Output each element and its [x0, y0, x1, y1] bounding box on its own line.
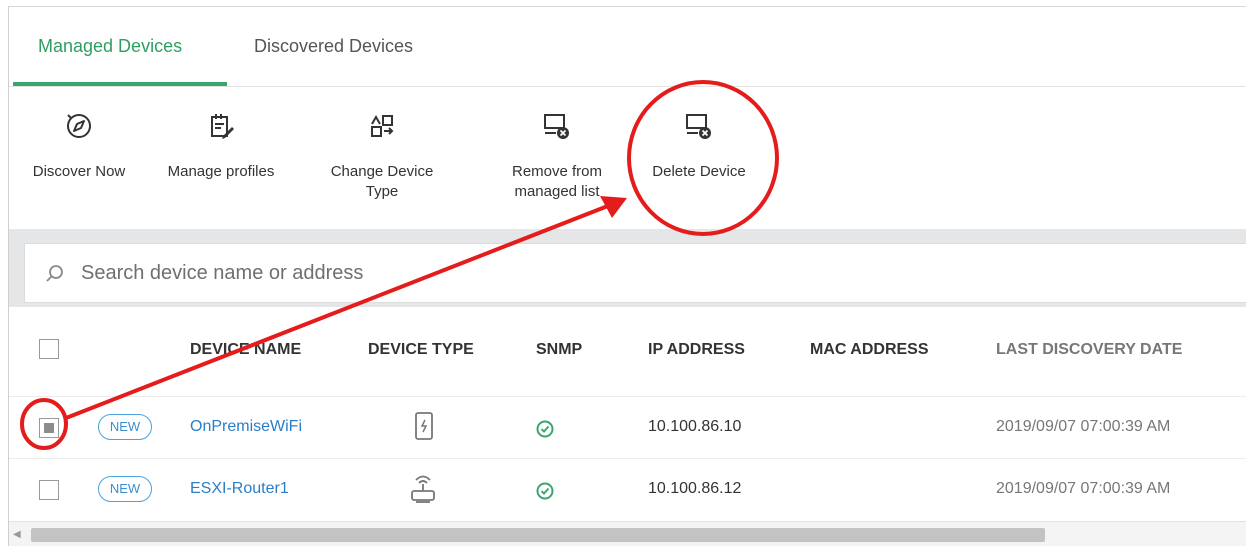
wifi-device-icon	[415, 412, 433, 440]
select-all-checkbox[interactable]	[39, 339, 59, 359]
change-device-type-label-line1: Change Device	[330, 163, 434, 180]
scrollbar-thumb[interactable]	[31, 528, 1045, 542]
delete-device-icon	[686, 114, 711, 139]
tab-discovered-devices[interactable]: Discovered Devices	[254, 36, 413, 57]
manage-profiles-label: Manage profiles	[167, 163, 275, 180]
router-icon	[411, 475, 435, 503]
active-tab-indicator	[13, 82, 227, 86]
toolbar: Discover Now Manage profiles Change Devi…	[9, 88, 1246, 228]
ip-address-cell: 10.100.86.12	[648, 480, 742, 497]
discover-now-button[interactable]: Discover Now	[21, 112, 137, 182]
table-row[interactable]: NEW OnPremiseWiFi 10.100.86.10 2019/09/0…	[9, 396, 1246, 458]
edit-profile-icon	[211, 114, 234, 139]
search-bar-area	[9, 229, 1246, 307]
search-icon	[46, 265, 63, 282]
row-checkbox[interactable]	[39, 418, 59, 438]
last-discovery-cell: 2019/09/07 07:00:39 AM	[996, 418, 1171, 435]
table-row[interactable]: NEW ESXI-Router1 10.100.86.12 2019/09/07…	[9, 458, 1246, 520]
search-box	[24, 243, 1246, 303]
search-input[interactable]	[81, 256, 781, 290]
check-circle-icon	[536, 420, 554, 438]
scroll-left-icon[interactable]: ◀	[13, 529, 21, 540]
horizontal-scrollbar[interactable]: ◀	[9, 521, 1246, 546]
change-device-type-button[interactable]: Change Device Type	[315, 112, 449, 202]
compass-icon	[67, 114, 91, 138]
row-checkbox[interactable]	[39, 480, 59, 500]
change-device-type-label: Change Device Type	[315, 162, 449, 202]
col-device-name[interactable]: DEVICE NAME	[190, 341, 301, 359]
col-mac-address[interactable]: MAC ADDRESS	[810, 341, 929, 359]
table-header: DEVICE NAME DEVICE TYPE SNMP IP ADDRESS …	[9, 307, 1246, 391]
ip-address-cell: 10.100.86.10	[648, 418, 742, 435]
remove-label-line2: managed list	[514, 183, 600, 200]
new-badge: NEW	[98, 414, 152, 440]
change-type-icon	[371, 114, 394, 137]
delete-device-label: Delete Device	[652, 163, 746, 180]
col-ip-address[interactable]: IP ADDRESS	[648, 341, 745, 359]
remove-from-managed-list-button[interactable]: Remove from managed list	[487, 112, 627, 202]
tab-managed-devices[interactable]: Managed Devices	[38, 36, 182, 57]
manage-profiles-button[interactable]: Manage profiles	[155, 112, 287, 182]
last-discovery-cell: 2019/09/07 07:00:39 AM	[996, 480, 1171, 497]
discover-now-label: Discover Now	[32, 163, 126, 180]
managed-devices-panel: Managed Devices Discovered Devices Disco…	[8, 6, 1246, 546]
device-name-link[interactable]: ESXI-Router1	[190, 480, 289, 498]
check-circle-icon	[536, 482, 554, 500]
device-name-link[interactable]: OnPremiseWiFi	[190, 418, 302, 436]
remove-label-line1: Remove from	[511, 163, 603, 180]
col-last-discovery-date[interactable]: LAST DISCOVERY DATE	[996, 341, 1182, 359]
col-snmp[interactable]: SNMP	[536, 341, 582, 359]
tab-bar: Managed Devices Discovered Devices	[9, 7, 1246, 87]
change-device-type-label-line2: Type	[365, 183, 399, 200]
col-device-type[interactable]: DEVICE TYPE	[368, 341, 474, 359]
new-badge: NEW	[98, 476, 152, 502]
remove-from-managed-list-label: Remove from managed list	[487, 162, 627, 202]
remove-device-icon	[544, 114, 569, 139]
delete-device-button[interactable]: Delete Device	[639, 112, 759, 182]
